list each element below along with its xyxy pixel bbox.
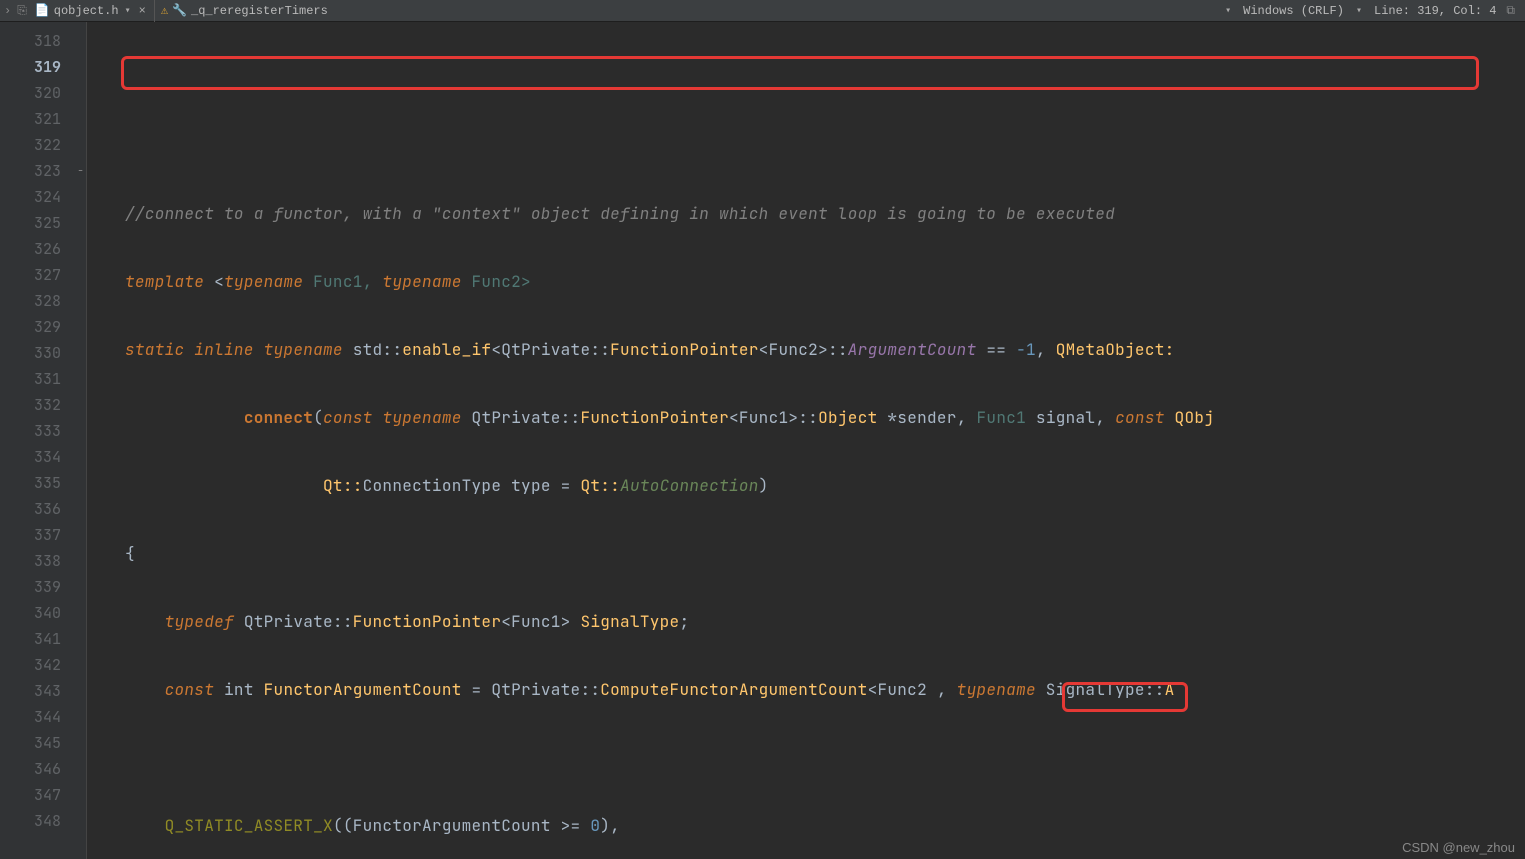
line-number: 342 xyxy=(0,652,75,678)
chevron-down-icon[interactable]: ▾ xyxy=(1354,5,1364,17)
fold-column: − xyxy=(75,22,87,859)
line-number: 343 xyxy=(0,678,75,704)
line-number: 344 xyxy=(0,704,75,730)
line-number: 326 xyxy=(0,236,75,262)
chevron-down-icon[interactable]: ▾ xyxy=(1223,5,1233,17)
file-icon: 📄 xyxy=(35,3,50,18)
line-number: 346 xyxy=(0,756,75,782)
line-number: 332 xyxy=(0,392,75,418)
tab-label: _q_reregisterTimers xyxy=(191,4,328,18)
line-number: 334 xyxy=(0,444,75,470)
line-number: 323 xyxy=(0,158,75,184)
tab-file-2[interactable]: ⚠ 🔧 _q_reregisterTimers xyxy=(155,0,334,22)
code-area[interactable]: //connect to a functor, with a "context"… xyxy=(87,22,1525,859)
line-number: 341 xyxy=(0,626,75,652)
tab-label: qobject.h xyxy=(54,4,119,18)
split-icon[interactable]: ⧉ xyxy=(1506,4,1515,18)
line-number: 318 xyxy=(0,28,75,54)
line-number: 322 xyxy=(0,132,75,158)
line-number: 329 xyxy=(0,314,75,340)
line-number: 328 xyxy=(0,288,75,314)
line-number: 345 xyxy=(0,730,75,756)
editor-tab-bar: › ⎘ 📄 qobject.h ▾ × ⚠ 🔧 _q_reregisterTim… xyxy=(0,0,1525,22)
line-number: 324 xyxy=(0,184,75,210)
line-number: 347 xyxy=(0,782,75,808)
line-number: 325 xyxy=(0,210,75,236)
warning-icon: ⚠ xyxy=(161,3,168,18)
chevron-down-icon[interactable]: ▾ xyxy=(123,5,133,17)
highlight-annotation-1 xyxy=(121,56,1479,90)
line-number: 320 xyxy=(0,80,75,106)
code-comment: //connect to a functor, with a "context"… xyxy=(125,203,1115,224)
line-number: 337 xyxy=(0,522,75,548)
chevron-right-icon[interactable]: › xyxy=(4,4,11,18)
line-number: 335 xyxy=(0,470,75,496)
line-number: 336 xyxy=(0,496,75,522)
line-number: 348 xyxy=(0,808,75,834)
watermark: CSDN @new_zhou xyxy=(1402,840,1515,855)
line-number: 321 xyxy=(0,106,75,132)
cursor-position-indicator: Line: 319, Col: 4 xyxy=(1374,4,1496,18)
line-number: 331 xyxy=(0,366,75,392)
line-ending-indicator[interactable]: Windows (CRLF) xyxy=(1243,4,1344,18)
editor-area: 3183193203213223233243253263273283293303… xyxy=(0,22,1525,859)
line-number: 339 xyxy=(0,574,75,600)
function-icon: 🔧 xyxy=(172,3,187,18)
line-number: 327 xyxy=(0,262,75,288)
line-number-gutter: 3183193203213223233243253263273283293303… xyxy=(0,22,75,859)
tab-file-1[interactable]: 📄 qobject.h ▾ × xyxy=(29,0,155,22)
line-number: 330 xyxy=(0,340,75,366)
line-number: 338 xyxy=(0,548,75,574)
close-icon[interactable]: × xyxy=(137,4,148,18)
line-number: 340 xyxy=(0,600,75,626)
line-number: 333 xyxy=(0,418,75,444)
pin-icon[interactable]: ⎘ xyxy=(17,4,27,18)
line-number: 319 xyxy=(0,54,75,80)
